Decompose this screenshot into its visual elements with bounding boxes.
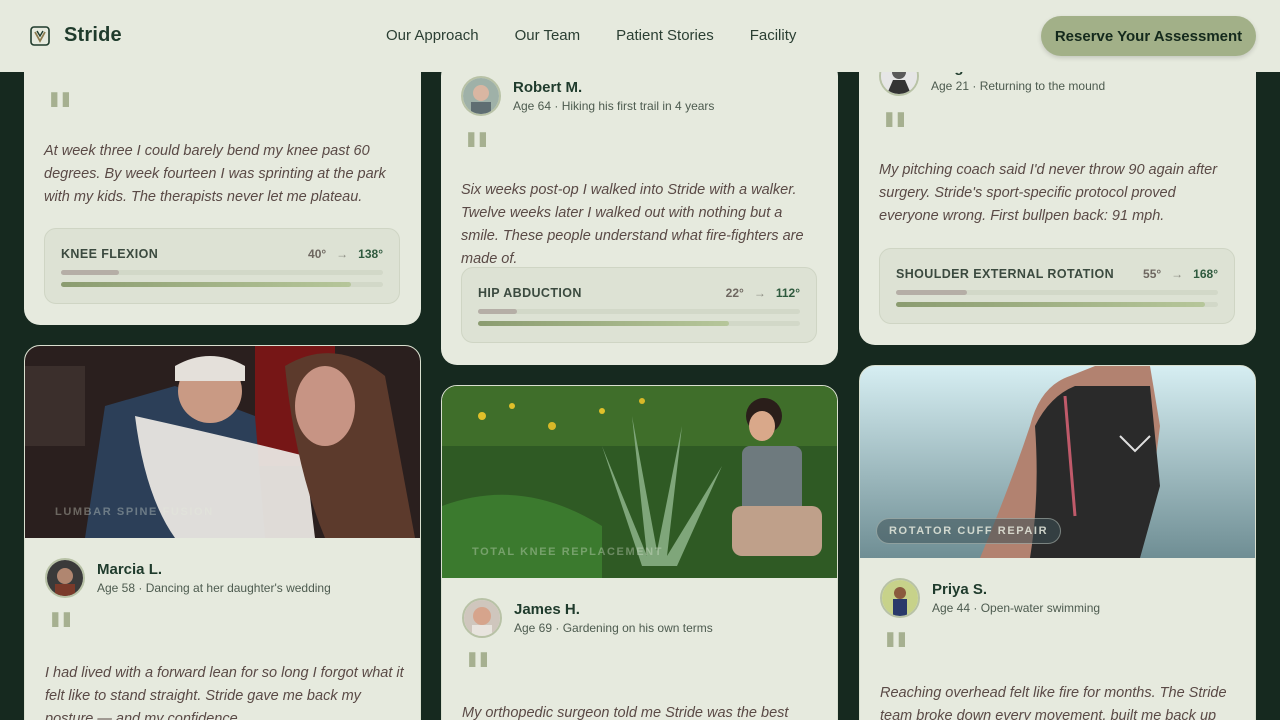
after-fill [896,302,1206,307]
author-name: Robert M. [513,79,583,96]
metric-panel: Hip Abduction 22° → 112° [461,267,817,343]
story-quote: My pitching coach said I'd never throw 9… [879,162,1218,224]
story-card-shoulder: Diego R. Age 21 · Returning to the mound… [859,40,1256,345]
metric-panel: Knee Flexion 40° → 138° [44,228,400,304]
metric-before: 22° [725,286,744,300]
nav-link-team[interactable]: Our Team [515,27,581,44]
after-track [61,282,383,287]
avatar[interactable] [461,76,501,116]
story-author: James H. Age 69 · Gardening on his own t… [462,598,713,638]
logo-icon[interactable] [30,26,50,46]
after-fill [61,282,351,287]
story-photo: Total Knee Replacement [442,386,837,578]
metric-after: 138° [358,247,383,261]
author-meta: Age 44 · Open-water swimming [932,601,1101,615]
reserve-assessment-button[interactable]: Reserve Your Assessment [1041,16,1256,56]
arrow-right-icon: → [753,286,766,300]
top-nav: Stride Our Approach Our Team Patient Sto… [0,0,1280,72]
metric-after: 168° [1193,267,1218,281]
story-card-knee-replacement: Total Knee Replacement James H. Age 69 ·… [441,385,838,720]
metric-label: Hip Abduction [478,286,582,300]
metric-after: 112° [775,286,800,300]
story-card-hip: Robert M. Age 64 · Hiking his first trai… [441,60,838,365]
metric-panel: Shoulder External Rotation 55° → 168° [879,248,1235,324]
before-fill [896,290,967,295]
author-meta: Age 21 · Returning to the mound [931,79,1106,93]
quote-mark-icon: " [46,81,75,145]
author-meta: Age 58 · Dancing at her daughter's weddi… [97,581,331,595]
quote-mark-icon: " [882,621,911,685]
metric-values: 55° → 168° [1143,267,1218,281]
arrow-right-icon: → [336,247,349,261]
after-fill [478,321,730,326]
photo-tag: Lumbar Spine Fusion [55,506,214,518]
arrow-right-icon: → [1171,267,1184,281]
nav-link-facility[interactable]: Facility [750,27,797,44]
story-quote: I had lived with a forward lean for so l… [45,665,404,720]
story-quote: Reaching overhead felt like fire for mon… [880,685,1227,720]
story-author: Priya S. Age 44 · Open-water swimming [880,578,1100,618]
metric-before: 40° [308,247,327,261]
nav-links: Our Approach Our Team Patient Stories Fa… [386,27,796,44]
story-quote: At week three I could barely bend my kne… [44,143,386,205]
story-card-spine: Lumbar Spine Fusion Marcia L. Age 58 · D… [24,345,421,720]
after-track [478,321,800,326]
photo-tag: Rotator Cuff Repair [876,518,1062,544]
author-name: James H. [514,601,580,618]
metric-values: 22° → 112° [726,286,800,300]
quote-mark-icon: " [463,121,492,185]
nav-link-approach[interactable]: Our Approach [386,27,479,44]
brand-name[interactable]: Stride [64,24,122,47]
story-photo: Lumbar Spine Fusion [25,346,420,538]
before-track [896,290,1218,295]
before-fill [61,270,119,275]
story-quote: My orthopedic surgeon told me Stride was… [462,705,789,720]
photo-tag: Total Knee Replacement [472,546,664,558]
metric-label: Knee Flexion [61,247,159,261]
after-track [896,302,1218,307]
story-quote: Six weeks post-op I walked into Stride w… [461,182,804,267]
author-meta: Age 64 · Hiking his first trail in 4 yea… [513,99,715,113]
story-author: Marcia L. Age 58 · Dancing at her daught… [45,558,331,598]
quote-mark-icon: " [47,601,76,665]
avatar[interactable] [45,558,85,598]
author-name: Marcia L. [97,561,163,578]
metric-values: 40° → 138° [308,247,383,261]
before-track [478,309,800,314]
before-fill [478,309,517,314]
nav-link-stories[interactable]: Patient Stories [616,27,714,44]
story-author: Robert M. Age 64 · Hiking his first trai… [461,76,714,116]
metric-before: 55° [1143,267,1162,281]
quote-mark-icon: " [464,641,493,705]
story-photo: Rotator Cuff Repair [860,366,1255,558]
avatar[interactable] [880,578,920,618]
story-card-rotator-cuff: Rotator Cuff Repair Priya S. Age 44 · Op… [859,365,1256,720]
author-meta: Age 69 · Gardening on his own terms [514,621,713,635]
before-track [61,270,383,275]
avatar[interactable] [462,598,502,638]
metric-label: Shoulder External Rotation [896,267,1115,281]
quote-mark-icon: " [881,101,910,165]
author-name: Priya S. [932,581,988,598]
